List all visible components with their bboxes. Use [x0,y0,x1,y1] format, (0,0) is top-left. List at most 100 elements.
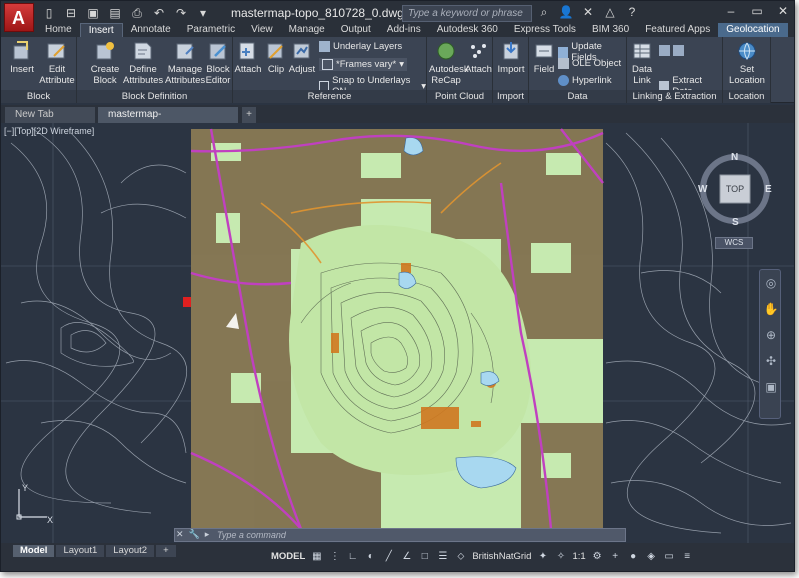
viewport-controls-label[interactable]: [−][Top][2D Wireframe] [4,126,94,136]
coordinate-system-readout[interactable]: BritishNatGrid [472,551,531,562]
tab-home[interactable]: Home [37,23,80,37]
save-as-icon[interactable]: ▤ [107,5,123,21]
frames-vary-dropdown[interactable]: *Frames vary* ▾ [319,58,407,71]
annotation-visibility-icon[interactable]: ✦ [536,550,549,563]
panel-label-reference[interactable]: Reference [233,90,426,103]
tab-parametric[interactable]: Parametric [179,23,243,37]
viewcube[interactable]: TOP N S E W WCS [698,147,778,257]
edit-attribute-button[interactable]: Edit Attribute [39,40,75,86]
compass-south-label[interactable]: S [732,217,739,228]
lineweight-icon[interactable]: ☰ [436,550,449,563]
clip-button[interactable]: Clip [264,40,288,75]
attach-button[interactable]: Attach [234,40,262,75]
adjust-button[interactable]: Adjust [288,40,316,75]
save-icon[interactable]: ▣ [85,5,101,21]
redo-icon[interactable]: ↷ [173,5,189,21]
command-line-input[interactable]: Type a command [174,528,626,542]
stay-connected-icon[interactable]: △ [602,4,618,20]
compass-east-label[interactable]: E [765,184,772,195]
panel-label-block[interactable]: Block [1,90,76,103]
object-snap-tracking-icon[interactable]: ∠ [400,550,413,563]
autodesk-recap-button[interactable]: Autodesk ReCap [429,40,469,86]
close-icon[interactable]: ✕ [774,3,792,19]
steering-wheel-icon[interactable]: ◎ [760,270,782,296]
hardware-acceleration-icon[interactable]: ◈ [645,550,658,563]
clean-screen-icon[interactable]: ▭ [663,550,676,563]
block-editor-button[interactable]: Block Editor [203,40,233,86]
help-icon[interactable]: ? [624,4,640,20]
tab-output[interactable]: Output [333,23,379,37]
workspace-dropdown-icon[interactable]: ▾ [195,5,211,21]
download-from-source-icon[interactable] [659,45,670,56]
viewcube-top-face[interactable]: TOP [720,184,750,194]
annotation-scale-icon[interactable]: ✧ [554,550,567,563]
tab-geolocation[interactable]: Geolocation [718,23,788,37]
compass-west-label[interactable]: W [698,184,707,195]
point-cloud-attach-button[interactable]: Attach [465,40,492,75]
polar-icon[interactable]: ◐ [364,550,377,563]
show-motion-icon[interactable]: ▣ [760,374,782,400]
pan-icon[interactable]: ✋ [760,296,782,322]
tab-bim-360[interactable]: BIM 360 [584,23,637,37]
exchange-icon[interactable]: ✕ [580,4,596,20]
customization-menu-icon[interactable]: ≡ [681,550,694,563]
panel-label-block-definition[interactable]: Block Definition [77,90,232,103]
open-folder-icon[interactable]: ⊟ [63,5,79,21]
tab-featured-apps[interactable]: Featured Apps [637,23,718,37]
minimize-icon[interactable]: – [722,3,740,19]
close-icon[interactable]: ✕ [176,529,184,540]
isodraft-icon[interactable]: ╱ [382,550,395,563]
tab-view[interactable]: View [243,23,281,37]
undo-icon[interactable]: ↶ [151,5,167,21]
manage-attributes-button[interactable]: Manage Attributes [165,40,205,86]
upload-to-source-icon[interactable] [673,45,684,56]
maximize-icon[interactable]: ▭ [748,3,766,19]
compass-north-label[interactable]: N [731,152,738,163]
panel-label-linking-extraction[interactable]: Linking & Extraction [627,90,722,103]
tab-layout2[interactable]: Layout2 [106,545,155,557]
underlay-layers-button[interactable]: Underlay Layers [319,41,402,52]
ole-object-button[interactable]: OLE Object [558,58,621,69]
isolate-objects-icon[interactable]: ● [627,550,640,563]
plus-icon[interactable]: + [609,550,622,563]
geolocation-pin-icon[interactable]: ⬦ [454,550,467,563]
add-layout-button[interactable]: + [156,545,176,557]
gear-icon[interactable]: ⚙ [591,550,604,563]
search-icon[interactable]: ⌕ [536,4,552,20]
tab-new-tab[interactable]: New Tab [5,107,95,123]
tab-autodesk-360[interactable]: Autodesk 360 [429,23,506,37]
tab-active-drawing[interactable]: mastermap-topo_810728_0* [98,107,238,136]
user-icon[interactable]: 👤 [558,4,574,20]
snap-icon[interactable]: ⋮ [328,550,341,563]
field-button[interactable]: Field [532,40,556,75]
hyperlink-button[interactable]: Hyperlink [558,75,612,86]
tab-annotate[interactable]: Annotate [123,23,179,37]
model-space-button[interactable]: MODEL [271,551,305,562]
wrench-icon[interactable]: 🔧 [189,529,200,540]
new-document-tab-button[interactable]: + [242,107,256,123]
define-attributes-button[interactable]: Define Attributes [123,40,163,86]
set-location-button[interactable]: Set Location [727,40,767,86]
orbit-icon[interactable]: ✣ [760,348,782,374]
tab-add-ins[interactable]: Add-ins [379,23,429,37]
tab-layout1[interactable]: Layout1 [56,545,105,557]
object-snap-icon[interactable]: □ [418,550,431,563]
tab-express-tools[interactable]: Express Tools [506,23,584,37]
zoom-extents-icon[interactable]: ⊕ [760,322,782,348]
annotation-scale-value[interactable]: 1:1 [572,551,585,562]
create-block-button[interactable]: Create Block [89,40,121,86]
tab-insert[interactable]: Insert [79,23,123,37]
wcs-menu-button[interactable]: WCS [715,237,753,249]
prompt-icon[interactable]: ▸ [205,529,210,540]
tab-model[interactable]: Model [13,545,55,557]
data-link-button[interactable]: Data Link [629,40,655,86]
drawing-canvas[interactable]: [−][Top][2D Wireframe] TOP N S E W WCS ◎… [1,123,794,543]
insert-button[interactable]: Insert [7,40,37,75]
import-button[interactable]: Import [496,40,526,75]
new-file-icon[interactable]: ▯ [41,5,57,21]
ortho-icon[interactable]: ∟ [346,550,359,563]
grid-icon[interactable]: ▦ [310,550,323,563]
application-menu-button[interactable]: A [4,3,34,32]
print-icon[interactable]: ⎙ [129,5,145,21]
search-input[interactable]: Type a keyword or phrase [402,5,532,22]
